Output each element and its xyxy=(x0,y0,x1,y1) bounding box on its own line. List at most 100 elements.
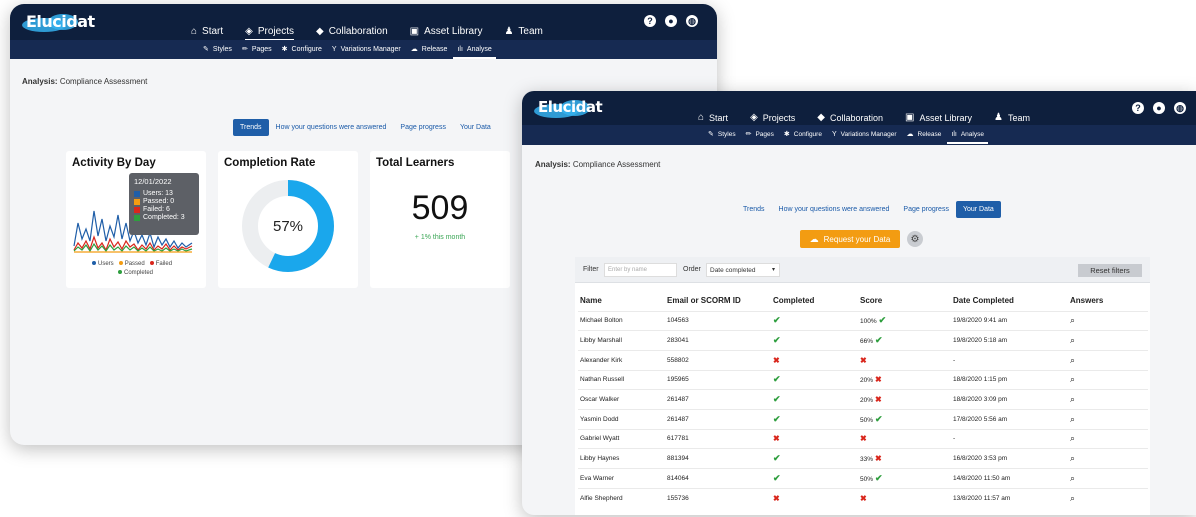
table-row: Gabriel Wyatt 617781 ✖ ✖ - ⌕ xyxy=(578,428,1148,449)
view-answers[interactable]: ⌕ xyxy=(1068,369,1148,390)
reset-filters-button[interactable]: Reset filters xyxy=(1078,264,1142,277)
tab-trends[interactable]: Trends xyxy=(233,119,269,136)
help-icon[interactable]: ? xyxy=(1132,102,1144,114)
subnav-configure[interactable]: ✱ Configure xyxy=(282,45,322,54)
subnav-variations-manager[interactable]: Y Variations Manager xyxy=(832,130,897,138)
filter-input[interactable]: Enter by name xyxy=(604,263,677,277)
col-completed[interactable]: Completed xyxy=(771,291,858,311)
user-icon[interactable]: ● xyxy=(1153,102,1165,114)
view-answers[interactable]: ⌕ xyxy=(1068,448,1148,469)
learner-id: 814064 xyxy=(665,468,771,489)
sub-navbar: ✎ Styles ✏ Pages ✱ Configure Y Variations Ma… xyxy=(10,40,717,59)
view-answers[interactable]: ⌕ xyxy=(1068,408,1148,430)
score-cell: ✖ xyxy=(858,428,951,449)
magnifier-icon[interactable]: ⌕ xyxy=(1070,473,1075,483)
subnav-pages[interactable]: ✏ Pages xyxy=(242,45,272,54)
view-answers[interactable]: ⌕ xyxy=(1068,468,1148,489)
layers-icon: ◈ xyxy=(245,26,253,37)
magnifier-icon[interactable]: ⌕ xyxy=(1070,394,1075,404)
tab-questions-answered[interactable]: How your questions were answered xyxy=(269,119,394,136)
check-icon: ✔ xyxy=(773,315,781,326)
score-cell: 50% ✔ xyxy=(858,468,951,489)
request-data-button[interactable]: ☁ Request your Data xyxy=(800,230,900,248)
elucidat-logo[interactable]: Elucidat xyxy=(22,12,95,32)
nav-asset-library[interactable]: ▣ Asset Library xyxy=(410,26,483,37)
view-answers[interactable]: ⌕ xyxy=(1068,349,1148,371)
view-answers[interactable]: ⌕ xyxy=(1068,428,1148,449)
magnifier-icon[interactable]: ⌕ xyxy=(1070,453,1075,463)
subnav-styles[interactable]: ✎ Styles xyxy=(203,45,232,54)
tooltip-row-passed: Passed: 0 xyxy=(134,198,194,205)
filter-bar: Filter Enter by name Order Date complete… xyxy=(575,257,1150,283)
magnifier-icon[interactable]: ⌕ xyxy=(1070,414,1075,424)
help-icon[interactable]: ? xyxy=(644,15,656,27)
view-answers[interactable]: ⌕ xyxy=(1068,487,1148,508)
learner-name: Oscar Walker xyxy=(578,389,665,410)
magnifier-icon[interactable]: ⌕ xyxy=(1070,315,1075,325)
analysis-tabs: Trends How your questions were answered … xyxy=(233,119,498,136)
col-email[interactable]: Email or SCORM ID xyxy=(665,291,771,311)
nav-asset-library[interactable]: ▣ Asset Library xyxy=(905,112,972,123)
user-icon[interactable]: ● xyxy=(665,15,677,27)
order-select[interactable]: Date completed ▾ xyxy=(706,263,780,277)
completed-status: ✔ xyxy=(771,389,858,410)
nav-projects[interactable]: ◈ Projects xyxy=(245,26,294,41)
table-row: Nathan Russell 195965 ✔ 20% ✖ 18/8/2020 1:15 … xyxy=(578,369,1148,390)
score-value: 33% xyxy=(860,456,874,464)
nav-start[interactable]: ⌂ Start xyxy=(698,112,728,123)
tab-questions-answered[interactable]: How your questions were answered xyxy=(772,201,897,218)
gear-icon: ✱ xyxy=(783,131,790,138)
tab-page-progress[interactable]: Page progress xyxy=(393,119,453,136)
data-settings-button[interactable]: ⚙ xyxy=(907,231,923,247)
magnifier-icon[interactable]: ⌕ xyxy=(1070,355,1075,365)
subnav-configure[interactable]: ✱ Configure xyxy=(783,130,822,139)
legend-users[interactable]: Users xyxy=(92,261,114,267)
tab-your-data[interactable]: Your Data xyxy=(955,201,1001,218)
view-answers[interactable]: ⌕ xyxy=(1068,310,1148,331)
learner-id: 155736 xyxy=(665,487,771,508)
date-completed: 19/8/2020 9:41 am xyxy=(951,310,1068,331)
globe-icon[interactable]: ◍ xyxy=(1174,102,1186,114)
elucidat-logo[interactable]: Elucidat xyxy=(534,98,603,118)
subnav-styles[interactable]: ✎ Styles xyxy=(708,130,736,139)
magnifier-icon[interactable]: ⌕ xyxy=(1070,335,1075,345)
subnav-pages[interactable]: ✏ Pages xyxy=(746,130,774,139)
score-cell: 50% ✔ xyxy=(858,408,951,430)
magnifier-icon[interactable]: ⌕ xyxy=(1070,493,1075,503)
check-icon: ✔ xyxy=(773,394,781,405)
nav-collaboration[interactable]: ◆ Collaboration xyxy=(316,26,388,37)
layers-icon: ◈ xyxy=(750,112,758,123)
legend-completed[interactable]: Completed xyxy=(118,270,153,276)
subnav-release[interactable]: ☁ Release xyxy=(906,130,942,139)
view-answers[interactable]: ⌕ xyxy=(1068,389,1148,410)
nav-start[interactable]: ⌂ Start xyxy=(191,26,223,37)
globe-icon[interactable]: ◍ xyxy=(686,15,698,27)
nav-team[interactable]: ♟ Team xyxy=(994,112,1030,123)
order-label: Order xyxy=(683,266,701,273)
subnav-variations-manager[interactable]: Y Variations Manager xyxy=(332,45,401,53)
col-name[interactable]: Name xyxy=(578,291,665,311)
nav-collaboration[interactable]: ◆ Collaboration xyxy=(817,112,883,123)
subnav-analyse[interactable]: ılı Analyse xyxy=(453,45,497,59)
subnav-release[interactable]: ☁ Release xyxy=(411,45,448,54)
top-navbar: Elucidat ⌂ Start ◈ Projects ◆ Collaboration… xyxy=(10,4,717,41)
nav-projects[interactable]: ◈ Projects xyxy=(750,112,796,127)
images-icon: ▣ xyxy=(409,26,420,37)
subnav-analyse[interactable]: ılı Analyse xyxy=(947,130,988,144)
magnifier-icon[interactable]: ⌕ xyxy=(1070,433,1075,443)
col-score[interactable]: Score xyxy=(858,291,951,311)
tab-page-progress[interactable]: Page progress xyxy=(896,201,956,218)
breadcrumb: Analysis: Compliance Assessment xyxy=(535,160,661,169)
legend-failed[interactable]: Failed xyxy=(149,261,172,267)
tab-your-data[interactable]: Your Data xyxy=(453,119,498,136)
magnifier-icon[interactable]: ⌕ xyxy=(1070,374,1075,384)
nav-team[interactable]: ♟ Team xyxy=(504,26,542,37)
tab-trends[interactable]: Trends xyxy=(736,201,772,218)
col-answers: Answers xyxy=(1070,296,1104,306)
view-answers[interactable]: ⌕ xyxy=(1068,330,1148,351)
cloud-icon: ☁ xyxy=(906,131,914,138)
learner-name: Gabriel Wyatt xyxy=(578,428,665,449)
col-date[interactable]: Date Completed xyxy=(951,291,1068,311)
legend-passed[interactable]: Passed xyxy=(118,261,145,267)
learner-id: 283041 xyxy=(665,330,771,351)
